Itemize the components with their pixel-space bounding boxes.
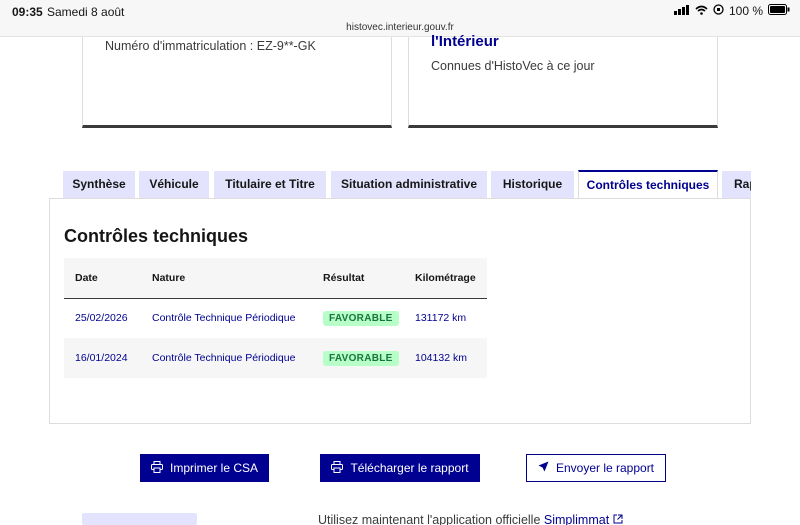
signal-icon (673, 4, 690, 18)
print-csa-button[interactable]: Imprimer le CSA (140, 454, 269, 482)
printer-icon (331, 460, 344, 476)
registration-number: Numéro d'immatriculation : EZ-9**-GK (105, 39, 316, 53)
row-date: 25/02/2026 (75, 312, 128, 325)
row-date: 16/01/2024 (75, 352, 128, 364)
ministry-card: l'Intérieur Connues d'HistoVec à ce jour (408, 33, 718, 128)
tab-panel: Contrôles techniques Date Nature Résulta… (49, 198, 751, 424)
column-mileage: Kilométrage (415, 271, 476, 284)
download-report-label: Télécharger le rapport (350, 461, 469, 475)
table-row: 16/01/2024 Contrôle Technique Périodique… (64, 338, 487, 378)
print-csa-label: Imprimer le CSA (169, 461, 258, 475)
wifi-icon (695, 4, 708, 18)
tab-vehicule[interactable]: Véhicule (139, 171, 209, 198)
app-promo-text: Utilisez maintenant l'application offici… (318, 513, 623, 525)
row-mileage: 131172 km (415, 312, 467, 325)
table-row: 25/02/2026 Contrôle Technique Périodique… (64, 298, 487, 338)
row-nature: Contrôle Technique Périodique (152, 312, 296, 325)
send-icon (538, 461, 549, 475)
vehicle-card: Numéro d'immatriculation : EZ-9**-GK (82, 37, 392, 128)
ministry-title: l'Intérieur (431, 33, 499, 50)
column-date: Date (75, 271, 98, 284)
row-mileage: 104132 km (415, 352, 467, 364)
section-title: Contrôles techniques (64, 226, 249, 246)
tab-situation[interactable]: Situation administrative (331, 171, 487, 198)
table-header-row: Date Nature Résultat Kilométrage (64, 258, 487, 298)
external-link-icon (613, 513, 623, 525)
download-report-button[interactable]: Télécharger le rapport (320, 454, 480, 482)
tab-titulaire[interactable]: Titulaire et Titre (214, 171, 326, 198)
status-time: 09:35 (12, 5, 43, 19)
orientation-lock-icon (713, 4, 724, 18)
tab-list: Synthèse Véhicule Titulaire et Titre Sit… (60, 170, 751, 199)
simplimmat-link[interactable]: Simplimmat (544, 513, 609, 525)
column-result: Résultat (323, 271, 365, 284)
send-report-label: Envoyer le rapport (555, 461, 655, 475)
row-nature: Contrôle Technique Périodique (152, 352, 296, 364)
status-bar: 09:35 Samedi 8 août 100 % (0, 0, 800, 22)
tab-rapport[interactable]: Rapport (722, 171, 751, 198)
battery-percentage: 100 % (728, 4, 763, 18)
battery-icon (768, 4, 790, 18)
status-date: Samedi 8 août (47, 5, 125, 19)
result-badge: FAVORABLE (323, 350, 399, 366)
column-nature: Nature (152, 271, 186, 284)
app-promo-label: Utilisez maintenant l'application offici… (318, 513, 544, 525)
browser-url[interactable]: histovec.interieur.gouv.fr (0, 22, 800, 37)
tab-historique[interactable]: Historique (491, 171, 574, 198)
controls-table: Date Nature Résultat Kilométrage 25/02/2… (64, 258, 487, 378)
car-illustration (82, 513, 197, 525)
tab-synthese[interactable]: Synthèse (63, 171, 135, 198)
tab-controles[interactable]: Contrôles techniques (578, 170, 718, 199)
send-report-button[interactable]: Envoyer le rapport (526, 454, 666, 482)
ministry-subtitle: Connues d'HistoVec à ce jour (431, 59, 595, 73)
status-icons: 100 % (673, 4, 790, 18)
result-badge: FAVORABLE (323, 310, 399, 326)
printer-icon (150, 460, 163, 476)
